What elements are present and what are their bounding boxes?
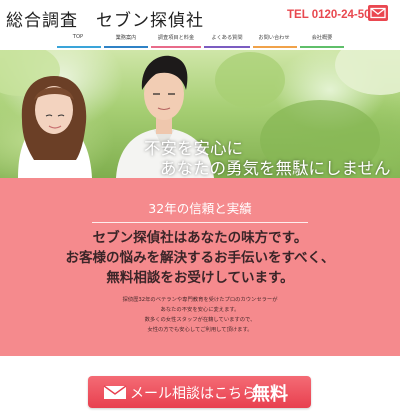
nav-item-top[interactable]: TOP bbox=[73, 34, 83, 40]
nav-item-contact[interactable]: お問い合わせ bbox=[258, 34, 289, 41]
nav-underline-faq bbox=[204, 46, 250, 48]
site-title[interactable]: 総合調査 セブン探偵社 bbox=[6, 6, 204, 31]
man-figure bbox=[116, 55, 214, 178]
nav-item-company[interactable]: 会社概要 bbox=[312, 34, 333, 41]
nav-underline-top bbox=[57, 46, 101, 48]
free-badge: 無料 bbox=[252, 384, 288, 405]
trust-section: 32年の信頼と実績 セブン探偵社はあなたの味方です。 お客様の悩みを解決するお手… bbox=[0, 178, 400, 356]
lead-line-1: セブン探偵社はあなたの味方です。 bbox=[92, 230, 308, 246]
hero-photo bbox=[0, 50, 400, 178]
section-heading: 32年の信頼と実績 bbox=[148, 201, 252, 216]
mail-icon bbox=[370, 7, 386, 19]
hero-banner: 不安を安心に あなたの勇気を無駄にしません bbox=[0, 50, 400, 178]
site-header: 総合調査 セブン探偵社 TEL 0120-24-5067 bbox=[0, 0, 400, 31]
mail-consultation-button[interactable]: メール相談はこちら 無料 bbox=[88, 376, 311, 408]
nav-item-services[interactable]: 業務案内 bbox=[116, 34, 137, 41]
description-line-4: 女性の方でも安心してご利用して頂けます。 bbox=[147, 327, 253, 333]
description-line-3: 数多くの女性スタッフが在籍していますので、 bbox=[144, 317, 256, 323]
main-nav: TOP 業務案内 調査項目と料金 よくある質問 お問い合わせ 会社概要 bbox=[0, 30, 400, 50]
mail-button[interactable] bbox=[368, 5, 388, 21]
nav-item-pricing[interactable]: 調査項目と料金 bbox=[158, 34, 194, 41]
description-line-2: あなたの不安を安心に変えます。 bbox=[160, 307, 240, 313]
nav-item-faq[interactable]: よくある質問 bbox=[211, 34, 242, 41]
nav-underline-services bbox=[104, 46, 148, 48]
nav-underline-contact bbox=[253, 46, 297, 48]
nav-underline-pricing bbox=[151, 46, 201, 48]
description-line-1: 探偵歴32年のベテランや専門教育を受けたプロのカウンセラーが bbox=[122, 297, 278, 303]
woman-figure bbox=[18, 76, 92, 178]
nav-underline-company bbox=[300, 46, 344, 48]
heading-divider bbox=[92, 222, 308, 223]
lead-line-2: お客様の悩みを解決するお手伝いをすべく、 bbox=[65, 250, 335, 266]
lead-line-3: 無料相談をお受けしています。 bbox=[106, 270, 294, 286]
mail-icon bbox=[103, 385, 127, 399]
mail-consultation-label: メール相談はこちら bbox=[130, 386, 256, 402]
